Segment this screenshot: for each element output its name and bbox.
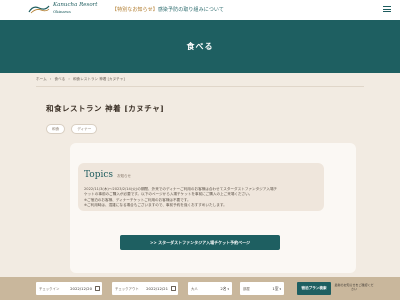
rooms-value: 1室: [272, 286, 281, 292]
topics-box: Topics お知らせ 2022/11/3(木)～2023/2/14(火)の期間…: [78, 163, 324, 211]
topics-card: Topics お知らせ 2022/11/3(木)～2023/2/14(火)の期間…: [70, 143, 356, 273]
chip-dinner: ディナー: [71, 124, 98, 134]
plan-search-button[interactable]: 宿泊プラン検索: [297, 282, 331, 295]
divider: [36, 86, 364, 87]
category-chips: 和食 ディナー: [46, 124, 98, 134]
checkin-label: チェックイン: [39, 287, 60, 291]
ticket-reservation-button[interactable]: >> スターダストファンタジア入場チケット予約ページ: [120, 235, 280, 250]
logo-name: Kanucha Resort: [53, 2, 98, 9]
checkout-label: チェックアウト: [115, 287, 139, 291]
breadcrumb-eat[interactable]: 食べる: [54, 77, 65, 81]
notice-text: 感染予防の取り組みについて: [157, 7, 224, 13]
adults-label: 大人: [191, 287, 198, 291]
logo-wave-icon: [28, 3, 50, 14]
breadcrumb-home[interactable]: ホーム: [36, 77, 47, 81]
logo-subtitle: Okinawa: [53, 8, 71, 14]
calendar-icon: [95, 286, 100, 291]
menu-line: [383, 8, 391, 10]
breadcrumb-separator: ›: [68, 77, 70, 81]
booking-bar: チェックイン 2022/12/20 チェックアウト 2022/12/21 大人 …: [0, 277, 400, 300]
rooms-label: 部屋: [243, 287, 250, 291]
calendar-icon: [171, 286, 176, 291]
topics-line: ※ご利用時は、混雑になる場合もございますので、事前予約を強くおすすめいたします。: [84, 203, 227, 208]
special-notice-link[interactable]: 【特別なお知らせ】感染予防の取り組みについて: [112, 6, 224, 13]
checkout-field[interactable]: チェックアウト 2022/12/21: [112, 282, 178, 295]
page-hero: 食べる: [0, 20, 400, 73]
restaurant-title: 和食レストラン 神着 [カヌチャ]: [46, 104, 165, 113]
menu-line: [383, 6, 391, 7]
adults-value: 2名: [220, 286, 229, 292]
adults-select[interactable]: 大人 2名: [188, 282, 232, 295]
breadcrumb-current: 和食レストラン 神着 [カヌチャ]: [72, 77, 125, 81]
menu-button[interactable]: [382, 4, 392, 14]
topics-label: お知らせ: [117, 174, 131, 178]
topics-title: Topics: [84, 170, 114, 180]
checkout-value: 2022/12/21: [146, 286, 168, 291]
chip-japanese: 和食: [46, 124, 66, 134]
menu-line: [383, 11, 391, 12]
rooms-select[interactable]: 部屋 1室: [240, 282, 284, 295]
page-title: 食べる: [186, 42, 214, 51]
top-bar: Kanucha Resort Okinawa 【特別なお知らせ】感染予防の取り組…: [0, 0, 400, 20]
notice-tag: 【特別なお知らせ】: [112, 7, 158, 13]
search-note-link[interactable]: 最新のお知らせをご確認ください: [334, 283, 374, 291]
checkin-field[interactable]: チェックイン 2022/12/20: [36, 282, 102, 295]
checkin-value: 2022/12/20: [70, 286, 92, 291]
breadcrumb-separator: ›: [49, 77, 52, 81]
resort-logo[interactable]: Kanucha Resort Okinawa: [28, 3, 98, 14]
topics-body: 2022/11/3(木)～2023/2/14(火)の期間、外来でのディナーご利用…: [84, 187, 320, 209]
breadcrumb: ホーム › 食べる › 和食レストラン 神着 [カヌチャ]: [36, 77, 127, 82]
